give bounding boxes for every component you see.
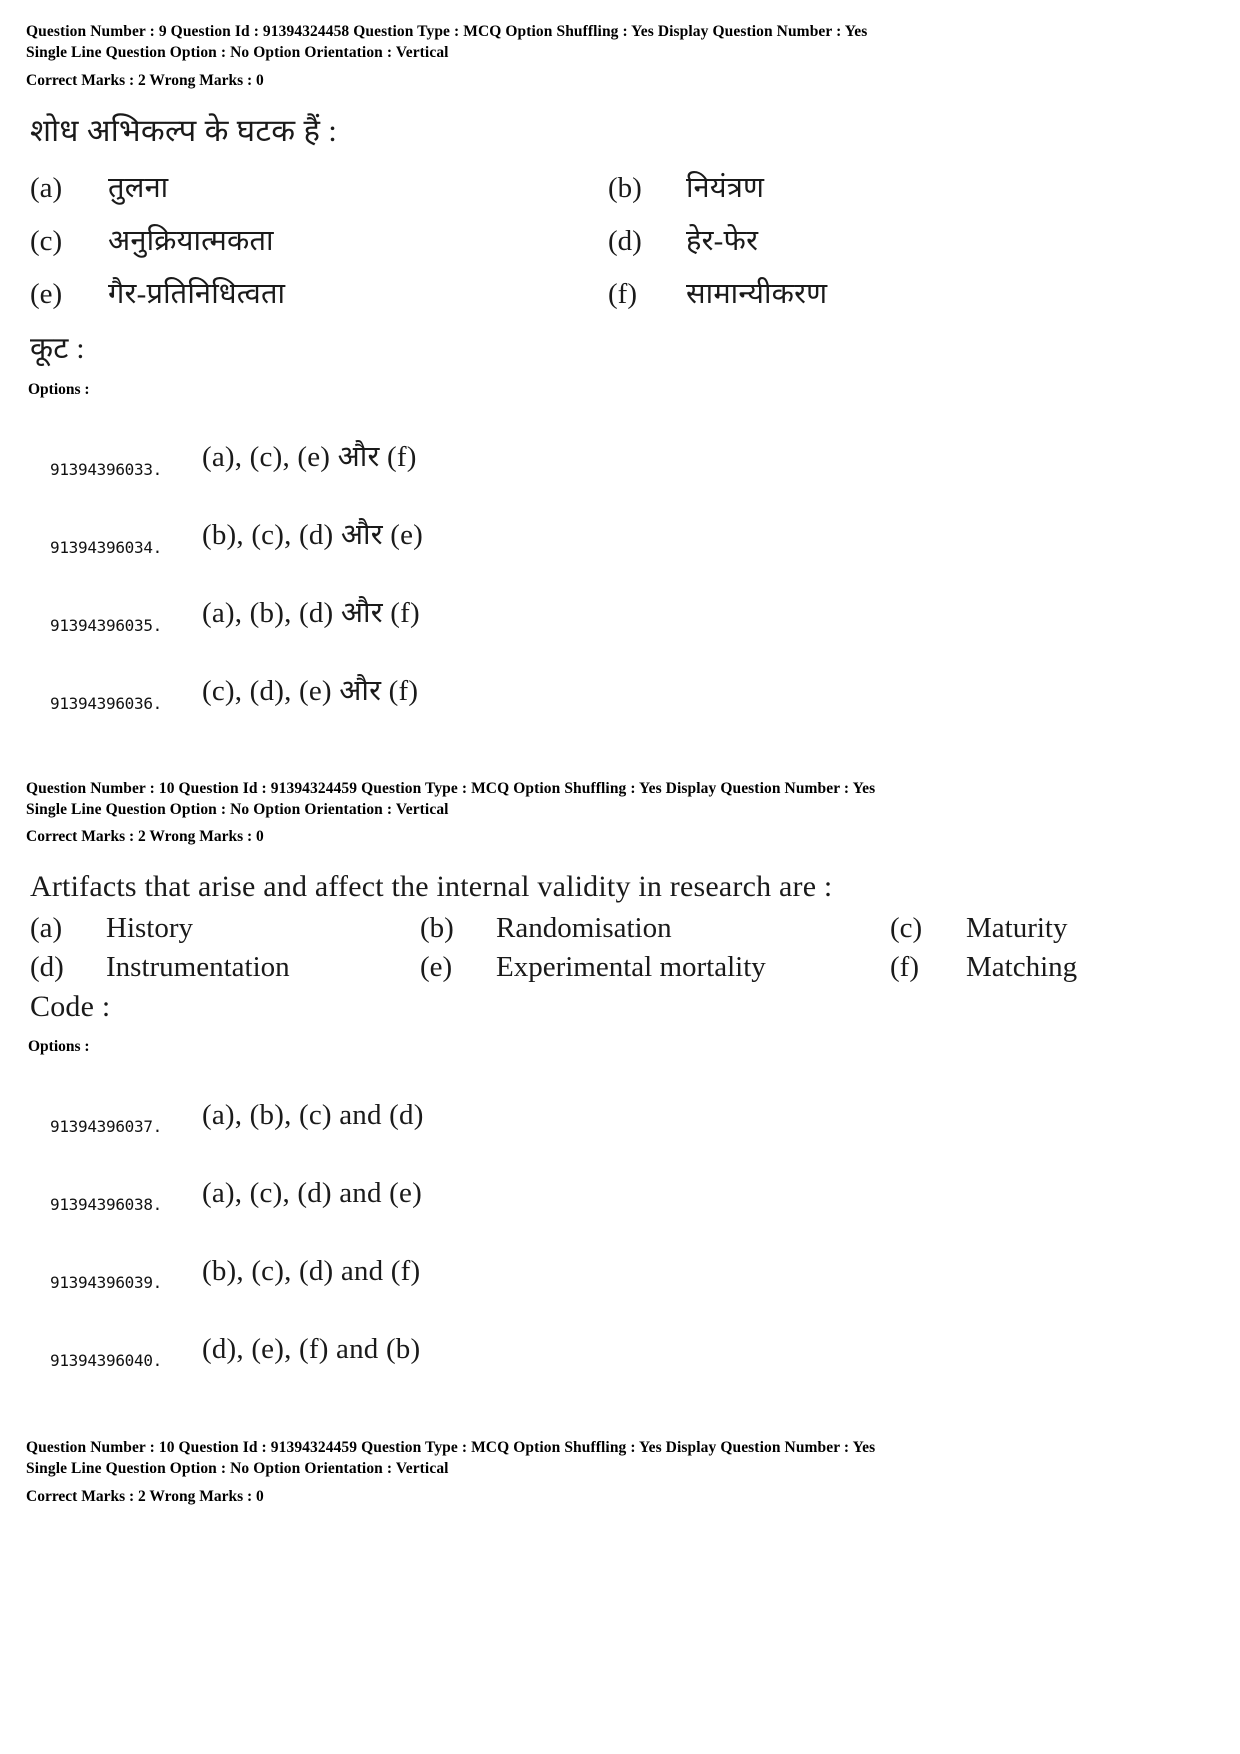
subitem-row: (e) गैर-प्रतिनिधित्वता (f) सामान्यीकरण — [30, 273, 1214, 312]
footer-metadata-block: Question Number : 10 Question Id : 91394… — [26, 1438, 1214, 1506]
subitem-text: नियंत्रण — [686, 171, 765, 204]
subitem-text: History — [106, 911, 193, 944]
subitem-text: Randomisation — [496, 911, 672, 944]
subitem-text: Experimental mortality — [496, 950, 766, 983]
subitem-d: (d) हेर-फेर — [608, 220, 758, 259]
subitem-label: (f) — [608, 277, 637, 310]
option-text: (d), (e), (f) and (b) — [202, 1332, 421, 1365]
subitem-text: तुलना — [108, 171, 169, 204]
question-stem-9: शोध अभिकल्प के घटक हैं : — [30, 112, 338, 148]
subitem-text: गैर-प्रतिनिधित्वता — [108, 277, 286, 310]
option-text: (a), (b), (d) और (f) — [202, 596, 420, 629]
options-heading-10: Options : — [28, 1037, 90, 1055]
footer-metadata-line-1: Question Number : 10 Question Id : 91394… — [26, 1438, 876, 1456]
subitem-row: (a) History (b) Randomisation (c) Maturi… — [30, 912, 1214, 945]
option-row[interactable]: 91394396033. (a), (c), (e) और (f) — [26, 409, 1214, 487]
option-row[interactable]: 91394396039. (b), (c), (d) and (f) — [26, 1222, 1214, 1300]
subitem-text: Matching — [966, 950, 1078, 983]
question-subitems-9: (a) तुलना (b) नियंत्रण (c) अनुक्रियात्मक… — [30, 167, 1214, 312]
subitem-a: (a) History — [30, 912, 420, 945]
subitem-a: (a) तुलना — [30, 167, 608, 206]
subitem-label: (e) — [420, 950, 453, 983]
options-heading-9: Options : — [28, 380, 90, 398]
question-metadata-10: Question Number : 10 Question Id : 91394… — [26, 779, 1214, 821]
option-text: (c), (d), (e) और (f) — [202, 674, 419, 707]
option-row[interactable]: 91394396036. (c), (d), (e) और (f) — [26, 643, 1214, 721]
option-id: 91394396038. — [50, 1194, 162, 1214]
subitem-d: (d) Instrumentation — [30, 951, 420, 984]
option-id: 91394396036. — [50, 693, 162, 713]
subitem-text: हेर-फेर — [686, 224, 759, 257]
footer-metadata: Question Number : 10 Question Id : 91394… — [26, 1438, 1214, 1480]
option-id: 91394396039. — [50, 1272, 162, 1292]
option-text: (b), (c), (d) and (f) — [202, 1254, 421, 1287]
footer-metadata-line-2: Single Line Question Option : No Option … — [26, 1459, 449, 1477]
question-subitems-10: (a) History (b) Randomisation (c) Maturi… — [30, 912, 1214, 984]
question-block-10: Question Number : 10 Question Id : 91394… — [26, 779, 1214, 1378]
subitem-label: (b) — [420, 911, 454, 944]
subitem-row: (d) Instrumentation (e) Experimental mor… — [30, 951, 1214, 984]
option-id: 91394396035. — [50, 615, 162, 635]
question-block-9: Question Number : 9 Question Id : 913943… — [26, 22, 1214, 721]
subitem-c: (c) अनुक्रियात्मकता — [30, 220, 608, 259]
subitem-label: (a) — [30, 171, 63, 204]
subitem-f: (f) सामान्यीकरण — [608, 273, 827, 312]
question-metadata-line-2: Single Line Question Option : No Option … — [26, 800, 449, 818]
question-metadata-line-2: Single Line Question Option : No Option … — [26, 43, 449, 61]
subitem-label: (d) — [30, 950, 64, 983]
option-id: 91394396034. — [50, 537, 162, 557]
option-row[interactable]: 91394396040. (d), (e), (f) and (b) — [26, 1300, 1214, 1378]
subitem-row: (a) तुलना (b) नियंत्रण — [30, 167, 1214, 206]
option-id: 91394396033. — [50, 459, 162, 479]
subitem-label: (c) — [30, 224, 63, 257]
subitem-label: (c) — [890, 911, 923, 944]
subitem-f: (f) Matching — [890, 951, 1077, 984]
subitem-label: (b) — [608, 171, 642, 204]
question-metadata-line-1: Question Number : 9 Question Id : 913943… — [26, 23, 868, 40]
option-row[interactable]: 91394396037. (a), (b), (c) and (d) — [26, 1066, 1214, 1144]
option-text: (a), (c), (d) and (e) — [202, 1176, 422, 1209]
question-metadata-9: Question Number : 9 Question Id : 913943… — [26, 22, 1214, 64]
subitem-label: (e) — [30, 277, 63, 310]
option-row[interactable]: 91394396035. (a), (b), (d) और (f) — [26, 565, 1214, 643]
option-row[interactable]: 91394396038. (a), (c), (d) and (e) — [26, 1144, 1214, 1222]
option-row[interactable]: 91394396034. (b), (c), (d) और (e) — [26, 487, 1214, 565]
subitem-text: Maturity — [966, 911, 1068, 944]
subitem-label: (d) — [608, 224, 642, 257]
code-label-10: Code : — [30, 989, 111, 1023]
subitem-text: Instrumentation — [106, 950, 290, 983]
subitem-label: (a) — [30, 911, 63, 944]
subitem-e: (e) Experimental mortality — [420, 951, 890, 984]
question-metadata-line-1: Question Number : 10 Question Id : 91394… — [26, 779, 876, 797]
option-id: 91394396040. — [50, 1350, 162, 1370]
subitem-row: (c) अनुक्रियात्मकता (d) हेर-फेर — [30, 220, 1214, 259]
subitem-text: अनुक्रियात्मकता — [108, 224, 274, 257]
code-label-9: कूट : — [30, 331, 85, 365]
question-marks-9: Correct Marks : 2 Wrong Marks : 0 — [26, 71, 264, 89]
exam-question-page: Question Number : 9 Question Id : 913943… — [0, 0, 1240, 1754]
option-list-10: 91394396037. (a), (b), (c) and (d) 91394… — [26, 1066, 1214, 1378]
option-text: (a), (c), (e) और (f) — [202, 440, 417, 473]
subitem-b: (b) Randomisation — [420, 912, 890, 945]
subitem-c: (c) Maturity — [890, 912, 1068, 945]
option-id: 91394396037. — [50, 1116, 162, 1136]
option-list-9: 91394396033. (a), (c), (e) और (f) 913943… — [26, 409, 1214, 721]
question-stem-10: Artifacts that arise and affect the inte… — [30, 870, 833, 904]
subitem-text: सामान्यीकरण — [686, 277, 828, 310]
option-text: (b), (c), (d) और (e) — [202, 518, 424, 551]
footer-marks: Correct Marks : 2 Wrong Marks : 0 — [26, 1487, 264, 1505]
question-marks-10: Correct Marks : 2 Wrong Marks : 0 — [26, 828, 264, 846]
subitem-label: (f) — [890, 950, 919, 983]
subitem-e: (e) गैर-प्रतिनिधित्वता — [30, 273, 608, 312]
option-text: (a), (b), (c) and (d) — [202, 1098, 424, 1131]
subitem-b: (b) नियंत्रण — [608, 167, 764, 206]
